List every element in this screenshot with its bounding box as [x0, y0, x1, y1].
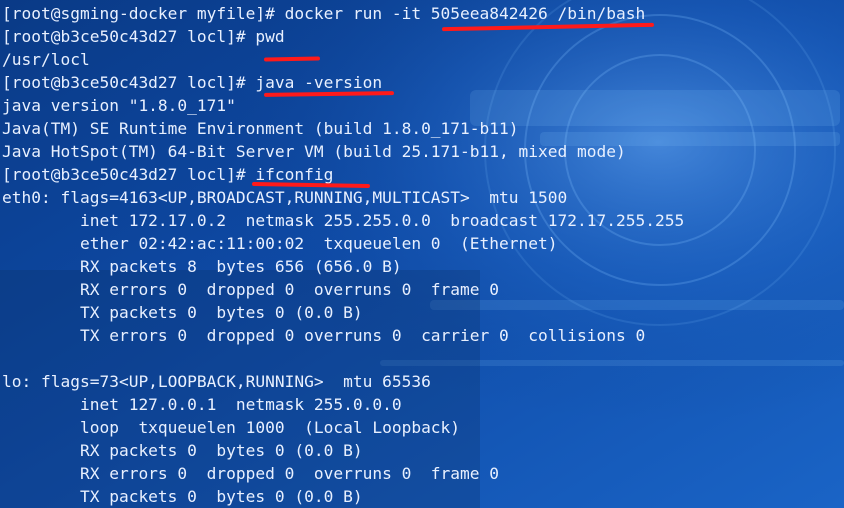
terminal-line-lo-loop: loop txqueuelen 1000 (Local Loopback)	[2, 418, 461, 437]
terminal-line-lo-inet: inet 127.0.0.1 netmask 255.0.0.0	[2, 395, 402, 414]
terminal-line-pwd-output: /usr/locl	[2, 50, 90, 69]
terminal-line-java-version-command: [root@b3ce50c43d27 locl]# java -version	[2, 73, 383, 92]
terminal-line-eth0-tx-errors: TX errors 0 dropped 0 overruns 0 carrier…	[2, 326, 646, 345]
terminal-line-lo-rx-errors: RX errors 0 dropped 0 overruns 0 frame 0	[2, 464, 500, 483]
terminal-line-java-version: java version "1.8.0_171"	[2, 96, 236, 115]
terminal-line-eth0-tx-packets: TX packets 0 bytes 0 (0.0 B)	[2, 303, 363, 322]
terminal-line-lo-flags: lo: flags=73<UP,LOOPBACK,RUNNING> mtu 65…	[2, 372, 431, 391]
terminal-line-java-runtime: Java(TM) SE Runtime Environment (build 1…	[2, 119, 519, 138]
terminal-line-docker-run: [root@sgming-docker myfile]# docker run …	[2, 4, 646, 23]
terminal-line-java-vm: Java HotSpot(TM) 64-Bit Server VM (build…	[2, 142, 626, 161]
terminal-line-lo-rx-packets: RX packets 0 bytes 0 (0.0 B)	[2, 441, 363, 460]
terminal-line-eth0-rx-errors: RX errors 0 dropped 0 overruns 0 frame 0	[2, 280, 500, 299]
red-underline-pwd	[263, 56, 321, 62]
terminal-window[interactable]: [root@sgming-docker myfile]# docker run …	[2, 2, 844, 508]
terminal-line-eth0-rx-packets: RX packets 8 bytes 656 (656.0 B)	[2, 257, 402, 276]
terminal-line-eth0-flags: eth0: flags=4163<UP,BROADCAST,RUNNING,MU…	[2, 188, 568, 207]
terminal-line-eth0-inet: inet 172.17.0.2 netmask 255.255.0.0 broa…	[2, 211, 685, 230]
terminal-line-lo-tx-packets: TX packets 0 bytes 0 (0.0 B)	[2, 487, 363, 506]
red-underline-java-version	[263, 91, 395, 97]
terminal-line-eth0-ether: ether 02:42:ac:11:00:02 txqueuelen 0 (Et…	[2, 234, 558, 253]
terminal-line-pwd-command: [root@b3ce50c43d27 locl]# pwd	[2, 27, 285, 46]
